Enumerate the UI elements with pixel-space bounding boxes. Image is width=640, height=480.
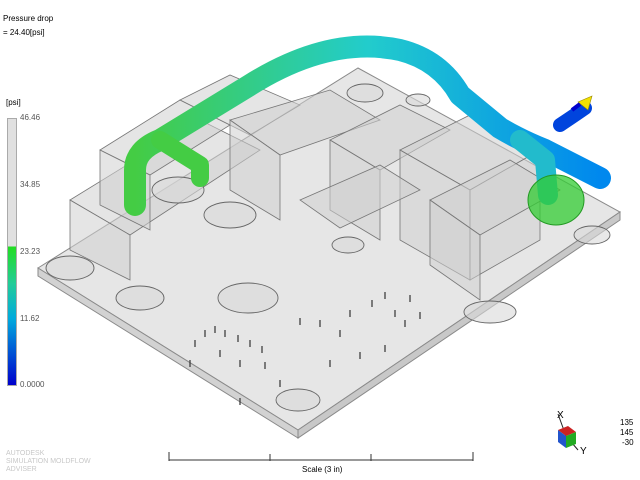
- brand-line-1: AUTODESK: [6, 450, 45, 457]
- scale-label: Scale (3 in): [302, 465, 343, 474]
- axis-y-label: Y: [580, 446, 587, 457]
- rotation-x: 135: [620, 418, 634, 427]
- gate-region: [527, 174, 585, 226]
- model-viewport[interactable]: [0, 0, 640, 480]
- axis-x-label: X: [557, 410, 564, 421]
- brand-line-2: SIMULATION MOLDFLOW: [6, 458, 91, 465]
- legend-tick-high: 34.85: [20, 180, 41, 189]
- legend-tick-max: 46.46: [20, 113, 41, 122]
- legend-tick-low: 11.62: [20, 314, 40, 323]
- legend-tick-mid: 23.23: [20, 247, 41, 256]
- rotation-y: 145: [620, 428, 634, 437]
- legend-unit: [psi]: [6, 98, 21, 107]
- rotation-z: -30: [622, 438, 634, 447]
- brand-line-3: ADVISER: [6, 466, 37, 473]
- legend-tick-min: 0.0000: [20, 380, 45, 389]
- scale-bar: [168, 452, 474, 461]
- result-value: = 24.40[psi]: [3, 28, 45, 37]
- brand-watermark: AUTODESK SIMULATION MOLDFLOW ADVISER: [6, 450, 91, 474]
- result-title: Pressure drop: [3, 14, 54, 23]
- color-legend-bar: [7, 118, 17, 386]
